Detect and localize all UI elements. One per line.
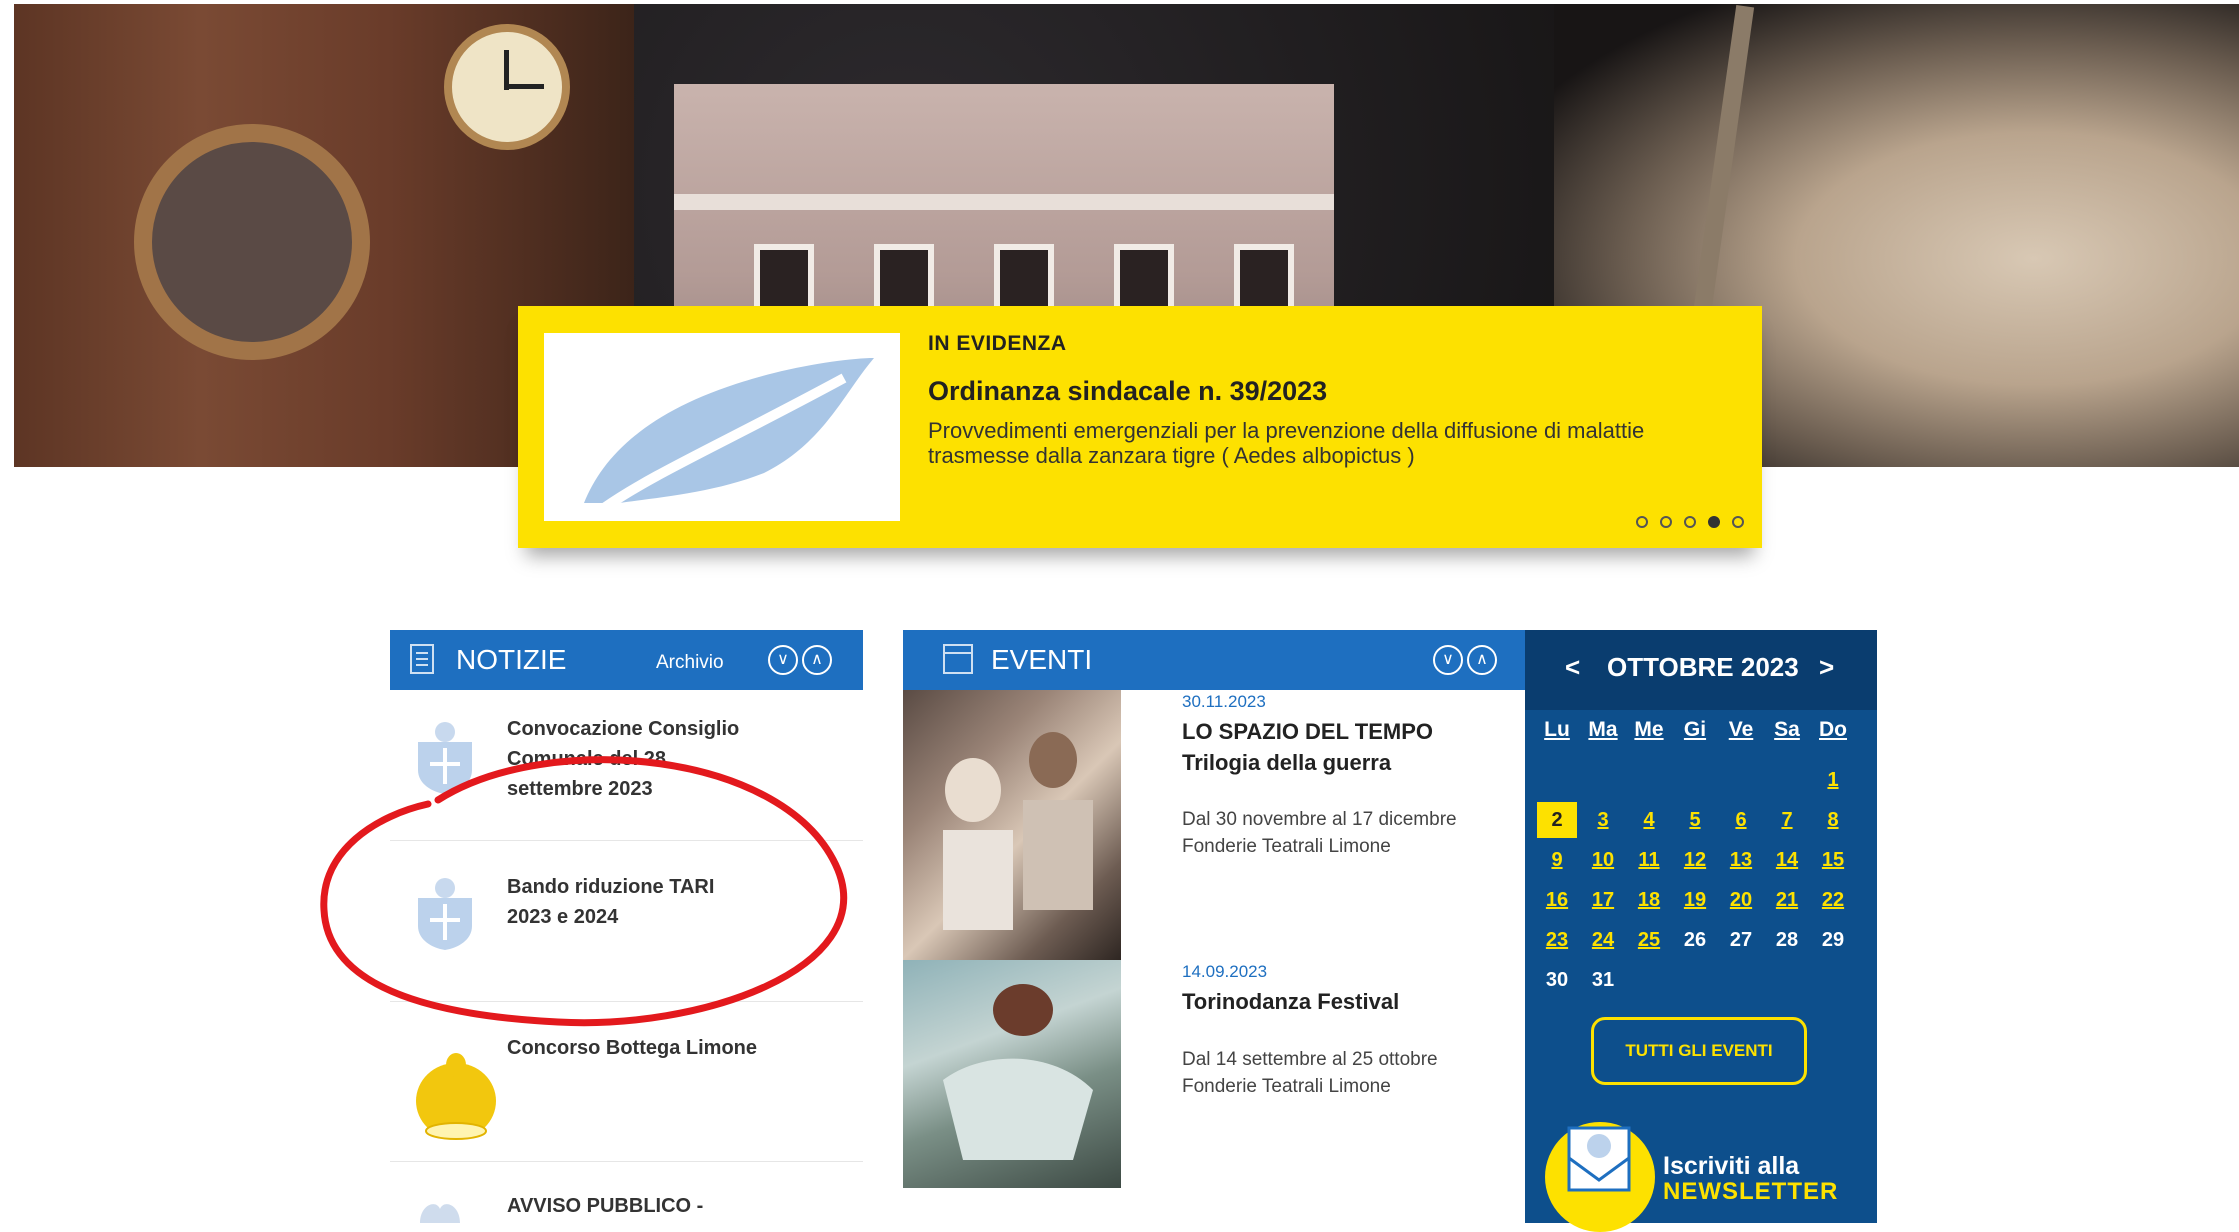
slider-dot[interactable]	[1636, 516, 1648, 528]
evidenza-description: Provvedimenti emergenziali per la preven…	[928, 418, 1645, 468]
event-period: Dal 30 novembre al 17 dicembre	[1182, 809, 1457, 830]
slider-dot[interactable]	[1732, 516, 1744, 528]
weekday-label: Ve	[1728, 718, 1754, 741]
prev-month-button[interactable]: <	[1565, 652, 1580, 683]
slider-dot-active[interactable]	[1708, 516, 1720, 528]
calendar-day[interactable]: 23	[1537, 922, 1577, 958]
event-period: Dal 14 settembre al 25 ottobre	[1182, 1049, 1438, 1070]
evidenza-kicker: IN EVIDENZA	[928, 332, 1067, 355]
calendar-day[interactable]: 9	[1537, 842, 1577, 878]
weekday-label: Do	[1819, 718, 1847, 741]
festival-photo	[943, 984, 1093, 1160]
newsletter-line2[interactable]: NEWSLETTER	[1663, 1178, 1838, 1206]
event-image[interactable]	[903, 690, 1121, 960]
calendar-day[interactable]: 8	[1813, 802, 1853, 838]
clock-icon	[444, 24, 570, 150]
evidenza-slider[interactable]: IN EVIDENZA Ordinanza sindacale n. 39/20…	[518, 306, 1762, 548]
event-subtitle[interactable]: Trilogia della guerra	[1182, 747, 1391, 778]
calendar-day[interactable]: 19	[1675, 882, 1715, 918]
all-events-button[interactable]: TUTTI GLI EVENTI	[1591, 1017, 1807, 1085]
leaf-image	[544, 333, 900, 521]
calendar-icon	[943, 644, 973, 674]
news-title[interactable]: Concorso Bottega Limone	[507, 1033, 757, 1063]
calendar-day[interactable]: 11	[1629, 842, 1669, 878]
annotation-oval	[320, 756, 848, 1027]
calendar-day: 27	[1729, 929, 1753, 951]
calendar-day[interactable]: 12	[1675, 842, 1715, 878]
event-venue: Fonderie Teatrali Limone	[1182, 836, 1391, 857]
dancers-photo	[943, 732, 1093, 930]
calendar-month: OTTOBRE 2023	[1607, 652, 1799, 682]
calendar-day[interactable]: 1	[1813, 762, 1853, 798]
calendar-day[interactable]: 7	[1767, 802, 1807, 838]
event-venue: Fonderie Teatrali Limone	[1182, 1076, 1391, 1097]
chevron-up-icon[interactable]: ∧	[802, 645, 832, 675]
envelope-icon	[1567, 1126, 1631, 1192]
calendar-day[interactable]: 15	[1813, 842, 1853, 878]
next-month-button[interactable]: >	[1819, 652, 1834, 683]
calendar-day[interactable]: 18	[1629, 882, 1669, 918]
newsletter-line1[interactable]: Iscriviti alla	[1663, 1152, 1799, 1181]
calendar-day: 26	[1683, 929, 1707, 951]
calendar-day[interactable]: 5	[1675, 802, 1715, 838]
event-title[interactable]: Torinodanza Festival	[1182, 986, 1399, 1017]
calendar-day[interactable]: 17	[1583, 882, 1623, 918]
slider-dot[interactable]	[1684, 516, 1696, 528]
chevron-down-icon[interactable]: ∨	[768, 645, 798, 675]
calendar-day[interactable]: 16	[1537, 882, 1577, 918]
calendar-day[interactable]: 21	[1767, 882, 1807, 918]
weekday-label: Ma	[1588, 718, 1618, 741]
eventi-header: EVENTI ∨ ∧	[903, 630, 1525, 690]
slider-dot[interactable]	[1660, 516, 1672, 528]
calendar-day[interactable]: 6	[1721, 802, 1761, 838]
eventi-title: EVENTI	[991, 644, 1093, 675]
chevron-down-icon[interactable]: ∨	[1433, 645, 1463, 675]
events-calendar: < OTTOBRE 2023 > Lu Ma Me Gi Ve Sa Do 12345678…	[1525, 630, 1877, 1232]
calendar-day[interactable]: 24	[1583, 922, 1623, 958]
leaf-icon	[584, 358, 874, 513]
calendar-day[interactable]: 3	[1583, 802, 1623, 838]
calendar-day: 29	[1821, 929, 1845, 951]
calendar-day: 31	[1591, 969, 1615, 991]
news-title[interactable]: AVVISO PUBBLICO -	[507, 1191, 807, 1221]
archivio-link[interactable]: Archivio	[656, 652, 724, 674]
weekday-label: Sa	[1774, 718, 1800, 741]
evidenza-title[interactable]: Ordinanza sindacale n. 39/2023	[928, 376, 1327, 407]
ribbon-icon	[420, 1204, 460, 1223]
lemon-icon	[416, 1053, 496, 1140]
weekday-label: Gi	[1683, 718, 1707, 741]
calendar-day[interactable]: 4	[1629, 802, 1669, 838]
calendar-header: < OTTOBRE 2023 >	[1525, 630, 1877, 710]
calendar-day[interactable]: 20	[1721, 882, 1761, 918]
calendar-day: 30	[1545, 969, 1569, 991]
document-icon	[410, 644, 434, 674]
calendar-day[interactable]: 22	[1813, 882, 1853, 918]
calendar-day-today[interactable]: 2	[1537, 802, 1577, 838]
calendar-day[interactable]: 10	[1583, 842, 1623, 878]
weekday-label: Me	[1634, 718, 1664, 741]
event-title[interactable]: LO SPAZIO DEL TEMPO	[1182, 716, 1433, 747]
event-date: 30.11.2023	[1182, 692, 1266, 711]
calendar-day[interactable]: 14	[1767, 842, 1807, 878]
weekday-label: Lu	[1544, 718, 1570, 741]
slider-dots	[1636, 516, 1744, 528]
event-image[interactable]	[903, 960, 1121, 1188]
calendar-day[interactable]: 25	[1629, 922, 1669, 958]
chevron-up-icon[interactable]: ∧	[1467, 645, 1497, 675]
calendar-day: 28	[1775, 929, 1799, 951]
notizie-header: NOTIZIE Archivio ∨ ∧	[390, 630, 863, 690]
calendar-day[interactable]: 13	[1721, 842, 1761, 878]
news-item[interactable]: AVVISO PUBBLICO -	[390, 1161, 863, 1223]
notizie-title: NOTIZIE	[456, 644, 567, 675]
event-date: 14.09.2023	[1182, 962, 1268, 981]
